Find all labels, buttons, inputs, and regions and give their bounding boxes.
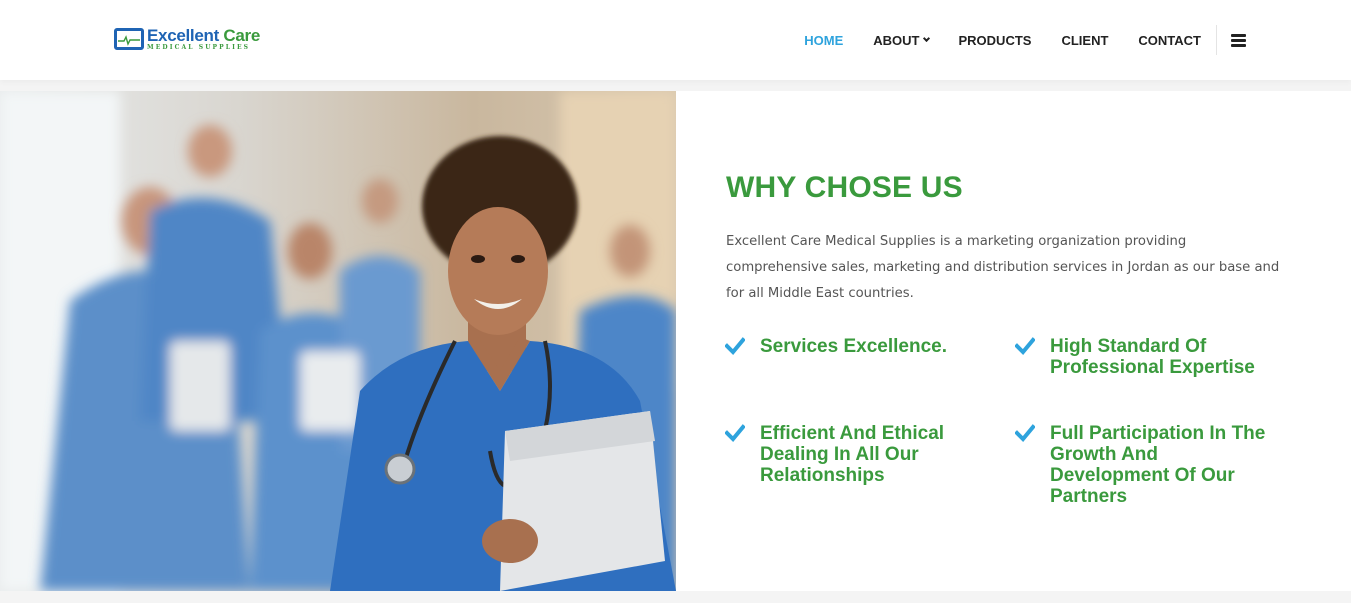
feature-item: Full Participation In The Growth And Dev…: [1015, 423, 1275, 507]
nav-item-home[interactable]: HOME: [804, 33, 843, 48]
check-icon: [1015, 337, 1035, 355]
check-icon: [725, 424, 745, 442]
feature-text: Full Participation In The Growth And Dev…: [1050, 423, 1266, 507]
nav-item-about-label: ABOUT: [873, 32, 920, 48]
hamburger-icon[interactable]: [1231, 33, 1246, 47]
feature-item: Efficient And Ethical Dealing In All Our…: [725, 423, 985, 486]
section-description: Excellent Care Medical Supplies is a mar…: [726, 234, 1280, 301]
site-header: Excellent Care MEDICAL SUPPLIES HOME ABO…: [0, 0, 1351, 80]
logo-wordmark: Excellent Care: [147, 26, 260, 45]
feature-item: High Standard Of Professional Expertise: [1015, 336, 1275, 378]
nav-item-about[interactable]: ABOUT: [873, 32, 930, 48]
section-title: WHY CHOSE US: [726, 171, 963, 204]
brand-logo[interactable]: Excellent Care MEDICAL SUPPLIES: [114, 25, 260, 53]
check-icon: [725, 337, 745, 355]
feature-text: High Standard Of Professional Expertise: [1050, 336, 1255, 378]
nurse-photo-illustration: [0, 91, 676, 591]
nav-item-products[interactable]: PRODUCTS: [959, 33, 1032, 48]
feature-text: Services Excellence.: [760, 336, 947, 357]
nav-item-contact[interactable]: CONTACT: [1138, 33, 1201, 48]
logo-tagline: MEDICAL SUPPLIES: [147, 44, 251, 51]
check-icon: [1015, 424, 1035, 442]
hero-photo: [0, 91, 676, 591]
nav-item-client[interactable]: CLIENT: [1061, 33, 1108, 48]
chevron-down-icon: [922, 34, 930, 43]
feature-text: Efficient And Ethical Dealing In All Our…: [760, 423, 945, 486]
why-choose-us-section: WHY CHOSE US Excellent Care Medical Supp…: [676, 91, 1351, 591]
feature-item: Services Excellence.: [725, 336, 985, 357]
main-nav: HOME ABOUT PRODUCTS CLIENT CONTACT: [774, 0, 1246, 80]
logo-monitor-icon: [114, 28, 144, 50]
nav-divider: [1216, 25, 1217, 55]
